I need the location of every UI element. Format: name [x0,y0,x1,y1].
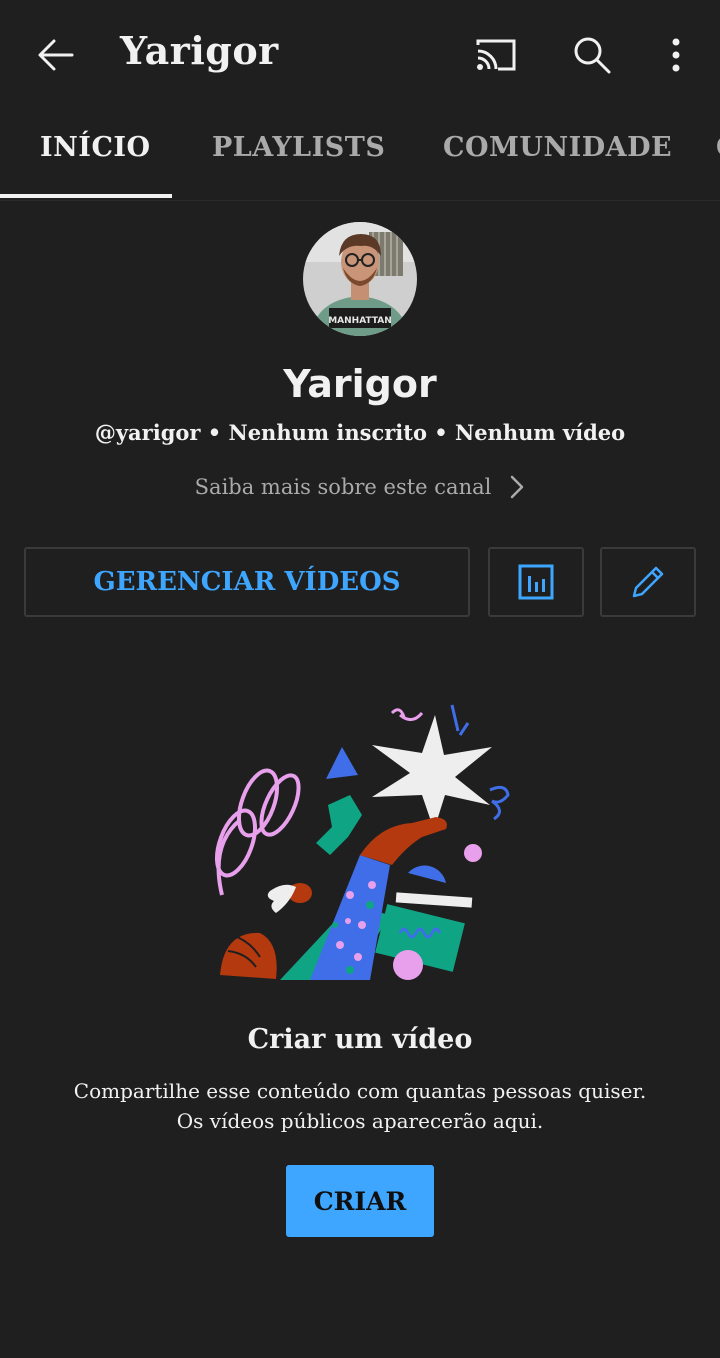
page-title: Yarigor [120,28,279,73]
avatar[interactable]: MANHATTAN [303,222,417,336]
empty-state-title: Criar um vídeo [247,1024,473,1055]
analytics-button[interactable] [488,547,584,617]
tab-partial[interactable]: C [716,132,720,163]
more-options-button[interactable] [652,30,700,80]
edit-channel-button[interactable] [600,547,696,617]
avatar-photo: MANHATTAN [303,222,417,336]
channel-meta: @yarigor • Nenhum inscrito • Nenhum víde… [94,420,626,445]
empty-state-description-line-1: Compartilhe esse conteúdo com quantas pe… [73,1079,647,1103]
create-button[interactable]: CRIAR [286,1165,434,1237]
empty-state-description-line-2: Os vídeos públicos aparecerão aqui. [176,1109,544,1133]
create-button-label: CRIAR [313,1186,407,1216]
shirt-text: MANHATTAN [328,316,392,326]
top-app-bar: Yarigor [0,0,720,110]
empty-state-description: Compartilhe esse conteúdo com quantas pe… [0,1076,720,1136]
cast-button[interactable] [468,30,524,80]
tab-comunidade[interactable]: COMUNIDADE [443,132,672,163]
about-channel-label: Saiba mais sobre este canal [194,475,492,499]
tab-inicio[interactable]: INÍCIO [40,132,151,163]
manage-videos-button[interactable]: GERENCIAR VÍDEOS [24,547,470,617]
active-tab-indicator [0,194,172,198]
chevron-right-icon [511,475,524,499]
cast-icon [476,39,516,71]
channel-name: Yarigor [283,362,437,406]
bar-chart-icon [518,564,554,600]
about-channel-link[interactable]: Saiba mais sobre este canal [0,474,720,500]
search-icon [574,37,611,74]
back-button[interactable] [28,30,84,80]
manage-videos-label: GERENCIAR VÍDEOS [93,567,401,597]
pencil-icon [632,566,664,598]
more-vert-icon [672,38,680,72]
tab-playlists[interactable]: PLAYLISTS [212,132,385,163]
arrow-left-icon [38,39,74,71]
channel-tabs: INÍCIO PLAYLISTS COMUNIDADE C [0,110,720,201]
search-button[interactable] [564,30,620,80]
create-video-illustration [200,695,520,985]
